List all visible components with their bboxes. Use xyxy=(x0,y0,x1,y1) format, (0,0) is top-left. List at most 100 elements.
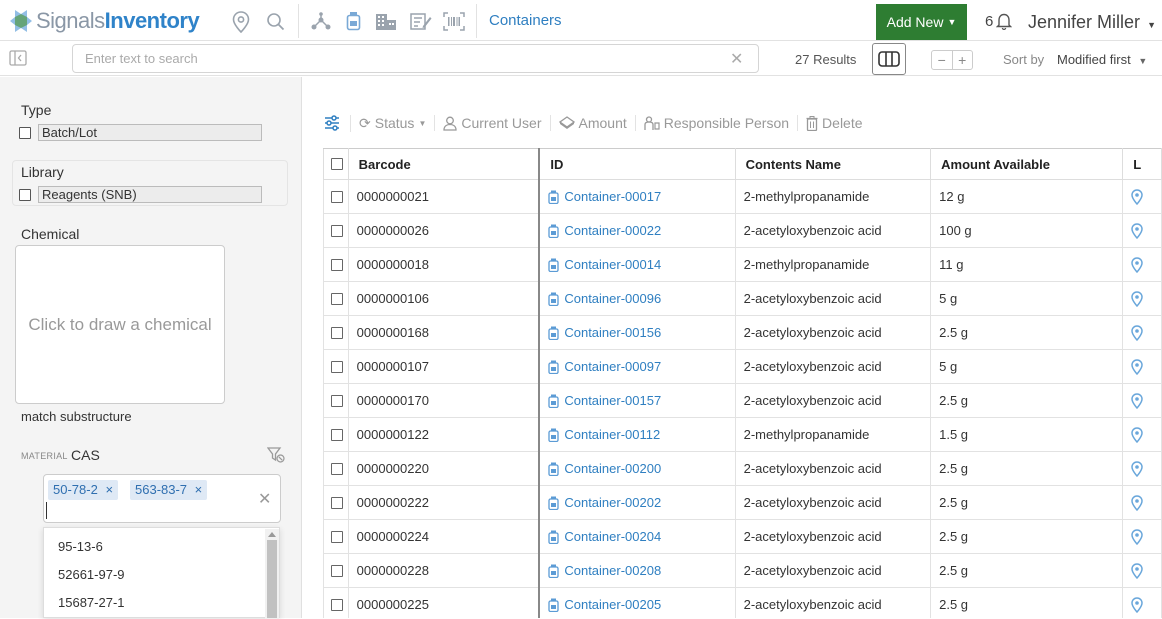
row-checkbox[interactable] xyxy=(331,428,343,441)
table-row[interactable]: 0000000018 Container-00014 2-methylpropana… xyxy=(323,247,1162,282)
id-cell[interactable]: Container-00208 xyxy=(538,553,736,588)
select-all-checkbox[interactable] xyxy=(331,158,343,170)
container-id-link[interactable]: Container-00097 xyxy=(564,359,661,374)
library-checkbox[interactable] xyxy=(19,189,31,201)
cas-dropdown-option[interactable]: 15687-27-1 xyxy=(44,589,279,617)
location-pin-icon[interactable] xyxy=(1131,392,1160,409)
current-user-button[interactable]: Current User xyxy=(434,115,549,131)
column-header-amount-available[interactable]: Amount Available xyxy=(930,148,1124,180)
id-cell[interactable]: Container-00022 xyxy=(538,213,736,248)
cas-tag[interactable]: 563-83-7 × xyxy=(130,480,208,500)
container-id-link[interactable]: Container-00017 xyxy=(564,189,661,204)
filter-settings-icon[interactable] xyxy=(322,115,350,131)
location-pin-icon[interactable] xyxy=(1131,358,1160,375)
row-checkbox[interactable] xyxy=(331,326,343,339)
notification-count[interactable]: 6 xyxy=(985,13,993,30)
sort-select[interactable]: Modified first ▼ xyxy=(1057,52,1147,67)
id-cell[interactable]: Container-00204 xyxy=(538,519,736,554)
remove-tag-icon[interactable]: × xyxy=(195,482,203,497)
table-row[interactable]: 0000000170 Container-00157 2-acetyloxybenz… xyxy=(323,383,1162,418)
container-id-link[interactable]: Container-00014 xyxy=(564,257,661,272)
building-icon[interactable] xyxy=(375,12,397,31)
row-checkbox[interactable] xyxy=(331,224,343,237)
id-cell[interactable]: Container-00017 xyxy=(538,179,736,214)
location-pin-icon[interactable] xyxy=(1131,222,1160,239)
status-button[interactable]: ⟳ Status ▼ xyxy=(350,114,434,132)
scrollbar-thumb[interactable] xyxy=(267,540,277,618)
location-cell[interactable] xyxy=(1122,485,1162,520)
scrollbar[interactable] xyxy=(265,529,279,619)
id-cell[interactable]: Container-00096 xyxy=(538,281,736,316)
location-pin-icon[interactable] xyxy=(1131,528,1160,545)
location-cell[interactable] xyxy=(1122,587,1162,618)
container-id-link[interactable]: Container-00208 xyxy=(564,563,661,578)
cas-tag[interactable]: 50-78-2 × xyxy=(48,480,119,500)
location-cell[interactable] xyxy=(1122,281,1162,316)
container-icon[interactable] xyxy=(346,11,361,31)
search-input[interactable] xyxy=(73,45,693,72)
clear-search-icon[interactable]: ✕ xyxy=(730,49,743,69)
location-cell[interactable] xyxy=(1122,383,1162,418)
search-icon[interactable] xyxy=(266,12,285,31)
cas-multiselect[interactable]: 50-78-2 × 563-83-7 × ✕ xyxy=(43,474,281,523)
user-menu[interactable]: Jennifer Miller ▼ xyxy=(1028,12,1156,33)
row-checkbox[interactable] xyxy=(331,258,343,271)
location-cell[interactable] xyxy=(1122,247,1162,282)
clear-cas-icon[interactable]: ✕ xyxy=(258,489,271,509)
type-checkbox[interactable] xyxy=(19,127,31,139)
table-row[interactable]: 0000000026 Container-00022 2-acetyloxybenz… xyxy=(323,213,1162,248)
id-cell[interactable]: Container-00112 xyxy=(538,417,736,452)
table-row[interactable]: 0000000107 Container-00097 2-acetyloxybenz… xyxy=(323,349,1162,384)
row-checkbox[interactable] xyxy=(331,292,343,305)
id-cell[interactable]: Container-00156 xyxy=(538,315,736,350)
barcode-scan-icon[interactable] xyxy=(443,12,465,31)
row-checkbox[interactable] xyxy=(331,496,343,509)
cas-dropdown-option[interactable]: 52661-97-9 xyxy=(44,561,279,589)
container-id-link[interactable]: Container-00157 xyxy=(564,393,661,408)
row-checkbox[interactable] xyxy=(331,360,343,373)
type-option[interactable]: Batch/Lot xyxy=(38,124,262,141)
location-pin-icon[interactable] xyxy=(1131,596,1160,613)
column-view-button[interactable] xyxy=(872,43,906,75)
location-pin-icon[interactable] xyxy=(232,11,250,33)
container-id-link[interactable]: Container-00202 xyxy=(564,495,661,510)
location-cell[interactable] xyxy=(1122,179,1162,214)
add-new-button[interactable]: Add New ▼ xyxy=(876,4,967,40)
table-row[interactable]: 0000000224 Container-00204 2-acetyloxybenz… xyxy=(323,519,1162,554)
edit-list-icon[interactable] xyxy=(410,12,432,31)
app-logo[interactable]: Signals Inventory xyxy=(6,5,200,37)
table-row[interactable]: 0000000021 Container-00017 2-methylpropana… xyxy=(323,179,1162,214)
container-id-link[interactable]: Container-00200 xyxy=(564,461,661,476)
amount-button[interactable]: Amount xyxy=(549,115,635,131)
id-cell[interactable]: Container-00200 xyxy=(538,451,736,486)
id-cell[interactable]: Container-00157 xyxy=(538,383,736,418)
molecule-icon[interactable] xyxy=(311,12,331,30)
container-id-link[interactable]: Container-00022 xyxy=(564,223,661,238)
zoom-in-button[interactable]: + xyxy=(953,51,973,69)
table-row[interactable]: 0000000228 Container-00208 2-acetyloxybenz… xyxy=(323,553,1162,588)
column-header-location[interactable]: L xyxy=(1122,148,1162,180)
breadcrumb-containers[interactable]: Containers xyxy=(489,12,562,29)
column-header-barcode[interactable]: Barcode xyxy=(347,148,540,180)
id-cell[interactable]: Container-00014 xyxy=(538,247,736,282)
location-cell[interactable] xyxy=(1122,349,1162,384)
location-pin-icon[interactable] xyxy=(1131,562,1160,579)
location-cell[interactable] xyxy=(1122,417,1162,452)
row-checkbox[interactable] xyxy=(331,530,343,543)
filter-clear-icon[interactable] xyxy=(267,447,285,463)
container-id-link[interactable]: Container-00204 xyxy=(564,529,661,544)
table-row[interactable]: 0000000122 Container-00112 2-methylpropana… xyxy=(323,417,1162,452)
container-id-link[interactable]: Container-00112 xyxy=(564,427,660,442)
library-option[interactable]: Reagents (SNB) xyxy=(38,186,262,203)
row-checkbox[interactable] xyxy=(331,394,343,407)
location-cell[interactable] xyxy=(1122,553,1162,588)
location-cell[interactable] xyxy=(1122,519,1162,554)
container-id-link[interactable]: Container-00156 xyxy=(564,325,661,340)
chemical-draw-area[interactable]: Click to draw a chemical xyxy=(15,245,225,404)
id-cell[interactable]: Container-00205 xyxy=(538,587,736,618)
location-pin-icon[interactable] xyxy=(1131,290,1160,307)
table-row[interactable]: 0000000225 Container-00205 2-acetyloxybenz… xyxy=(323,587,1162,618)
responsible-person-button[interactable]: Responsible Person xyxy=(634,115,797,131)
id-cell[interactable]: Container-00202 xyxy=(538,485,736,520)
id-cell[interactable]: Container-00097 xyxy=(538,349,736,384)
